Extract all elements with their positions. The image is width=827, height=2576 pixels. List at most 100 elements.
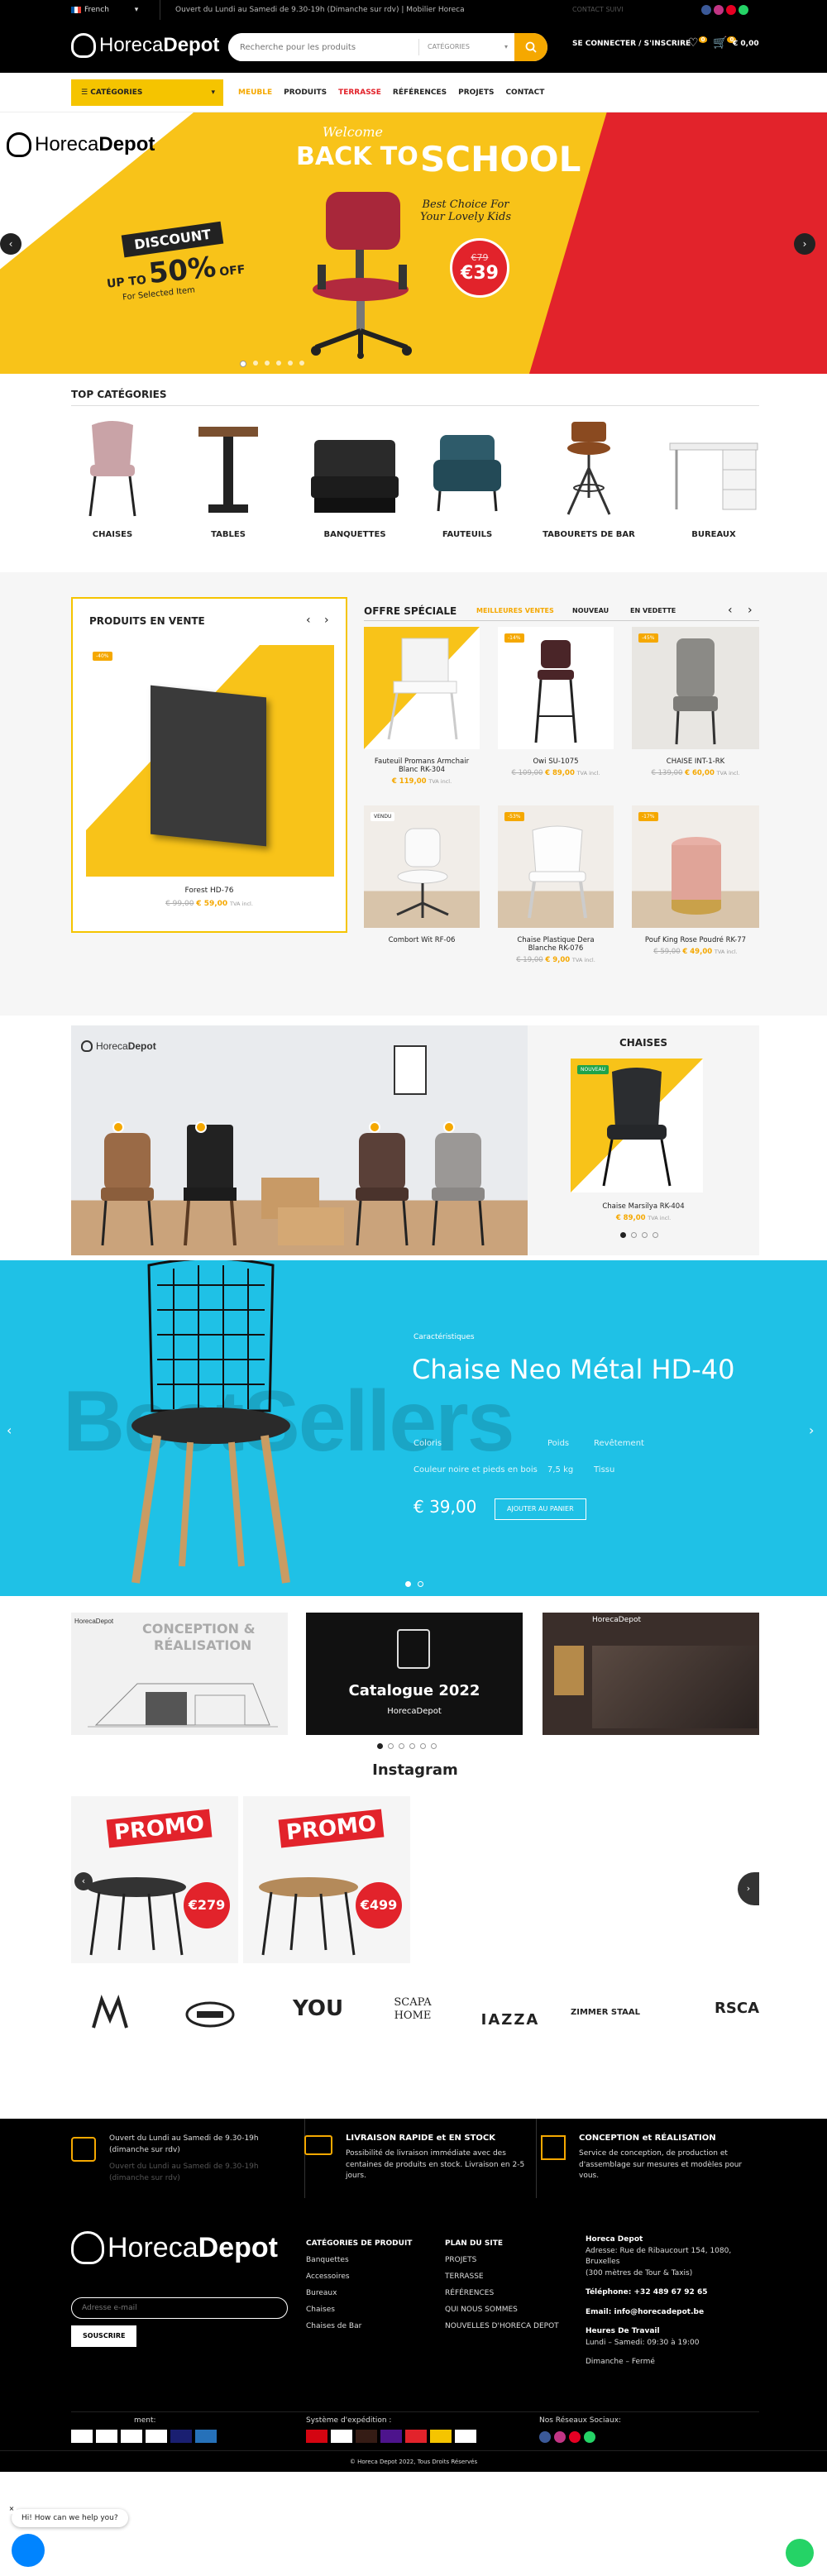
footer-link[interactable]: PROJETS [445,2256,559,2264]
brand-scapa-home[interactable]: SCAPA HOME [384,1996,442,2022]
category-fauteuils[interactable]: FAUTEUILS [414,418,521,539]
instagram-icon[interactable] [554,2431,566,2443]
product-card[interactable]: -14% Owi SU-1075 € 109,00 € 89,00 TVA in… [498,627,614,777]
slider-dot[interactable] [431,1743,437,1749]
category-bureaux[interactable]: BUREAUX [668,418,759,539]
footer-link[interactable]: Chaises de Bar [306,2322,412,2330]
product-card[interactable]: Fauteuil Promans Armchair Blanc RK-304 €… [364,627,480,786]
on-sale-image[interactable]: -40% [86,645,334,877]
slider-dot[interactable] [388,1743,394,1749]
login-link[interactable]: SE CONNECTER / S'INSCRIRE [572,40,691,48]
hero-dot[interactable] [240,361,246,367]
hotspot-icon[interactable] [112,1121,124,1133]
footer-link[interactable]: TERRASSE [445,2273,559,2281]
hotspot-icon[interactable] [443,1121,455,1133]
bestseller-name[interactable]: Chaise Neo Métal HD-40 [412,1353,759,1386]
nav-link-contact[interactable]: CONTACT [505,88,544,97]
close-icon[interactable]: × [7,2504,17,2514]
facebook-icon[interactable] [539,2431,551,2443]
slider-dot[interactable] [631,1232,637,1238]
hotspot-icon[interactable] [195,1121,207,1133]
nav-link-projets[interactable]: PROJETS [458,88,494,97]
add-to-cart-button[interactable]: AJOUTER AU PANIER [495,1498,586,1520]
slider-dot[interactable] [642,1232,648,1238]
brand-logo-1[interactable] [89,1995,131,2034]
tab-nouveau[interactable]: NOUVEAU [572,607,609,614]
footer-link[interactable]: Bureaux [306,2289,412,2297]
slider-dot[interactable] [420,1743,426,1749]
slider-dot[interactable] [418,1581,423,1587]
hero-dot[interactable] [276,361,281,366]
newsletter-email-input[interactable] [71,2297,288,2319]
instagram-icon[interactable] [714,5,724,15]
store-banner[interactable]: HorecaDepot [543,1613,759,1735]
category-tabourets[interactable]: TABOURETS DE BAR [531,418,647,539]
special-prev-icon[interactable]: ‹ [728,604,733,617]
footer-link[interactable]: RÉFÉRENCES [445,2289,559,2297]
product-card[interactable]: -53% Chaise Plastique Dera Blanche RK-07… [498,805,614,964]
footer-link[interactable]: Banquettes [306,2256,412,2264]
footer-link[interactable]: QUI NOUS SOMMES [445,2306,559,2314]
whatsapp-icon[interactable] [584,2431,595,2443]
showroom-banner[interactable]: Horeca Depot [71,1025,528,1255]
search-button[interactable] [514,33,547,61]
instagram-next-arrow[interactable]: › [738,1872,759,1905]
product-card[interactable]: -45% CHAISE INT-1-RK € 139,00 € 60,00 TV… [632,627,759,777]
nav-link-references[interactable]: RÉFÉRENCES [393,88,447,97]
category-banquettes[interactable]: BANQUETTES [301,418,409,539]
hero-dot[interactable] [299,361,304,366]
top-links[interactable]: CONTACT SUIVI [572,0,624,20]
language-selector[interactable]: French ▾ [71,0,160,20]
brand-iazza[interactable]: IAZZA [473,2011,547,2029]
catalogue-banner[interactable]: Catalogue 2022 HorecaDepot [306,1613,523,1735]
brand-logo-2[interactable] [185,2001,235,2028]
chat-greeting[interactable]: Hi! How can we help you? [12,2509,128,2527]
category-chaises[interactable]: CHAISES [71,418,154,539]
hero-dot[interactable] [288,361,293,366]
categories-menu-button[interactable]: ☰ CATÉGORIES ▾ [71,79,223,106]
pinterest-icon[interactable] [569,2431,581,2443]
on-sale-next-icon[interactable]: › [324,614,329,627]
product-card[interactable]: VENDU Combort Wit RF-06 [364,805,480,944]
whatsapp-icon[interactable] [739,5,748,15]
nav-link-produits[interactable]: PRODUITS [284,88,327,97]
subscribe-button[interactable]: SOUSCRIRE [71,2325,137,2347]
bestseller-prev-arrow[interactable]: ‹ [7,1422,12,1438]
footer-link[interactable]: Accessoires [306,2273,412,2281]
slider-dot[interactable] [620,1232,626,1238]
hero-dot[interactable] [253,361,258,366]
slider-dot[interactable] [653,1232,658,1238]
hotspot-icon[interactable] [369,1121,380,1133]
search-input[interactable] [228,33,418,61]
instagram-prev-arrow[interactable]: ‹ [74,1872,93,1890]
instagram-post[interactable]: PROMO €279 [71,1796,238,1963]
hero-next-arrow[interactable]: › [794,233,815,255]
brand-rsca[interactable]: RSCA [663,2000,759,2017]
slider-dot[interactable] [399,1743,404,1749]
search-category-select[interactable]: CATÉGORIES ▾ [418,39,514,55]
category-tables[interactable]: TABLES [179,418,278,539]
footer-link[interactable]: Chaises [306,2306,412,2314]
slider-dot[interactable] [405,1581,411,1587]
tab-meilleures-ventes[interactable]: MEILLEURES VENTES [476,607,554,614]
product-card[interactable]: -17% Pouf King Rose Poudré RK-77 € 59,00… [632,805,759,956]
instagram-post[interactable]: PROMO €499 [243,1796,410,1963]
slider-dot[interactable] [409,1743,415,1749]
on-sale-prev-icon[interactable]: ‹ [306,614,311,627]
slider-dot[interactable] [377,1743,383,1749]
special-next-icon[interactable]: › [748,604,753,617]
hero-prev-arrow[interactable]: ‹ [0,233,22,255]
hero-dot[interactable] [265,361,270,366]
bestseller-next-arrow[interactable]: › [809,1422,814,1438]
wishlist-icon[interactable]: ♡ 0 [688,36,708,50]
footer-phone[interactable]: Téléphone: +32 489 67 92 65 [586,2287,759,2299]
messenger-icon[interactable] [12,2534,45,2567]
footer-email[interactable]: Email: info@horecadepot.be [586,2307,759,2319]
brand-zimmer-staal[interactable]: ZIMMER STAAL [564,2008,647,2017]
concept-banner[interactable]: HorecaDepot CONCEPTION & RÉALISATION [71,1613,288,1735]
cart-total[interactable]: € 0,00 [733,40,759,48]
site-logo[interactable]: Horeca Depot [71,33,219,58]
brand-you[interactable]: YOU [293,1996,343,2021]
nav-link-meuble[interactable]: MEUBLE [238,88,272,97]
nav-link-terrasse[interactable]: TERRASSE [338,88,381,97]
